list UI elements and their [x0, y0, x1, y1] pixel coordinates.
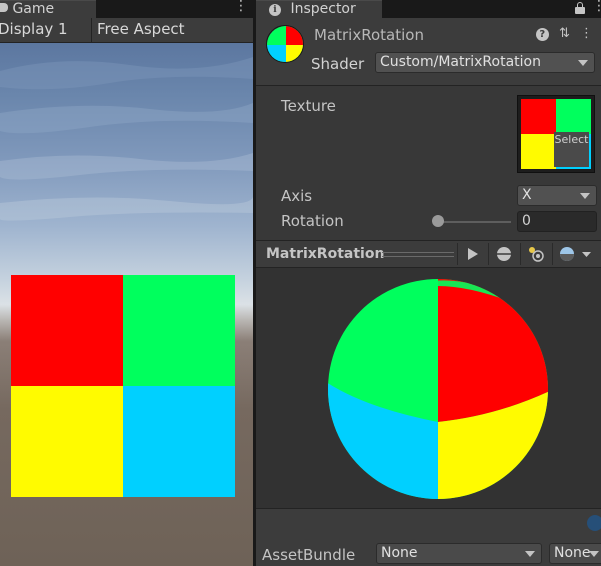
assetbundle-label: AssetBundle — [262, 546, 356, 564]
lighting-icon[interactable] — [526, 244, 546, 264]
info-icon: i — [269, 4, 281, 16]
game-panel: Game ⋮ Display 1 Free Aspect — [0, 0, 253, 566]
textured-quad — [11, 275, 235, 497]
material-preview[interactable] — [256, 268, 601, 508]
inspector-panel: i Inspector ⋮ MatrixRotation ? ⇅ ⋮ Shade… — [256, 0, 601, 566]
shader-label: Shader — [311, 55, 365, 73]
preview-divider — [520, 243, 521, 265]
assetbundle-variant-dropdown[interactable]: None — [549, 543, 601, 564]
material-sphere-icon — [266, 25, 304, 63]
quad-green-quadrant — [123, 275, 235, 386]
shader-dropdown-value: Custom/MatrixRotation — [380, 54, 541, 70]
tab-game[interactable]: Game — [0, 0, 96, 18]
display-dropdown-label: Display 1 — [0, 20, 68, 38]
assetbundle-name-value: None — [381, 545, 418, 561]
shader-dropdown[interactable]: Custom/MatrixRotation — [375, 52, 595, 73]
rotation-field[interactable]: 0 — [517, 211, 597, 232]
preview-background-dropdown[interactable] — [558, 244, 594, 264]
texture-thumbnail: Select — [521, 99, 591, 169]
preview-sphere — [328, 279, 548, 499]
aspect-dropdown-label: Free Aspect — [97, 20, 185, 38]
texture-select-button[interactable]: Select — [554, 132, 589, 167]
texture-slot[interactable]: Select — [517, 95, 595, 173]
gamepad-icon — [0, 3, 8, 12]
preview-divider — [552, 243, 553, 265]
chevron-down-icon — [589, 551, 599, 557]
chevron-down-icon — [525, 551, 535, 557]
tag-icon[interactable] — [587, 515, 601, 531]
game-viewport[interactable] — [0, 43, 253, 566]
lock-icon[interactable] — [575, 2, 585, 14]
preset-settings-icon[interactable]: ⇅ — [559, 26, 570, 41]
assetbundle-footer: AssetBundle None None — [256, 508, 601, 566]
preview-drag-handle[interactable] — [382, 252, 454, 257]
play-icon[interactable] — [465, 244, 481, 264]
tab-game-label: Game — [12, 1, 55, 17]
preview-divider — [457, 243, 458, 265]
game-menu-icon[interactable]: ⋮ — [234, 0, 248, 14]
chevron-down-icon — [578, 60, 588, 66]
axis-dropdown-value: X — [522, 187, 532, 203]
aspect-dropdown[interactable]: Free Aspect — [97, 18, 247, 42]
texture-red-quadrant — [521, 99, 556, 134]
toolbar-divider — [91, 18, 92, 42]
tab-inspector-label: Inspector — [290, 1, 356, 17]
texture-label: Texture — [281, 97, 336, 115]
texture-green-quadrant — [556, 99, 591, 134]
material-name: MatrixRotation — [314, 26, 424, 44]
help-icon[interactable]: ? — [535, 28, 549, 41]
texture-yellow-quadrant — [521, 134, 556, 169]
inspector-menu-icon[interactable]: ⋮ — [592, 0, 601, 14]
axis-label: Axis — [281, 187, 313, 205]
sky-clouds — [0, 57, 253, 221]
quad-cyan-quadrant — [123, 386, 235, 497]
assetbundle-variant-value: None — [554, 545, 591, 561]
game-toolbar: Display 1 Free Aspect — [0, 18, 253, 55]
axis-dropdown[interactable]: X — [517, 185, 597, 206]
header-actions: ? ⇅ ⋮ — [530, 26, 593, 41]
display-dropdown[interactable]: Display 1 — [0, 18, 88, 55]
rotation-slider-track[interactable] — [436, 221, 511, 223]
rotation-label: Rotation — [281, 212, 344, 230]
preview-divider — [488, 243, 489, 265]
preview-title: MatrixRotation — [266, 246, 385, 262]
assetbundle-name-dropdown[interactable]: None — [376, 543, 542, 564]
rotation-slider-handle[interactable] — [432, 215, 444, 227]
chevron-down-icon — [580, 193, 590, 199]
material-properties: Texture Select Axis X Rotation 0 — [256, 87, 601, 239]
tab-inspector[interactable]: i Inspector — [256, 0, 382, 18]
preview-toolbar: MatrixRotation — [256, 240, 601, 268]
sphere-mesh-icon[interactable] — [495, 244, 513, 264]
game-tabbar: Game ⋮ — [0, 0, 253, 18]
quad-yellow-quadrant — [11, 386, 123, 497]
material-header: MatrixRotation ? ⇅ ⋮ Shader Custom/Matri… — [256, 18, 601, 86]
more-options-icon[interactable]: ⋮ — [580, 26, 593, 41]
quad-red-quadrant — [11, 275, 123, 386]
